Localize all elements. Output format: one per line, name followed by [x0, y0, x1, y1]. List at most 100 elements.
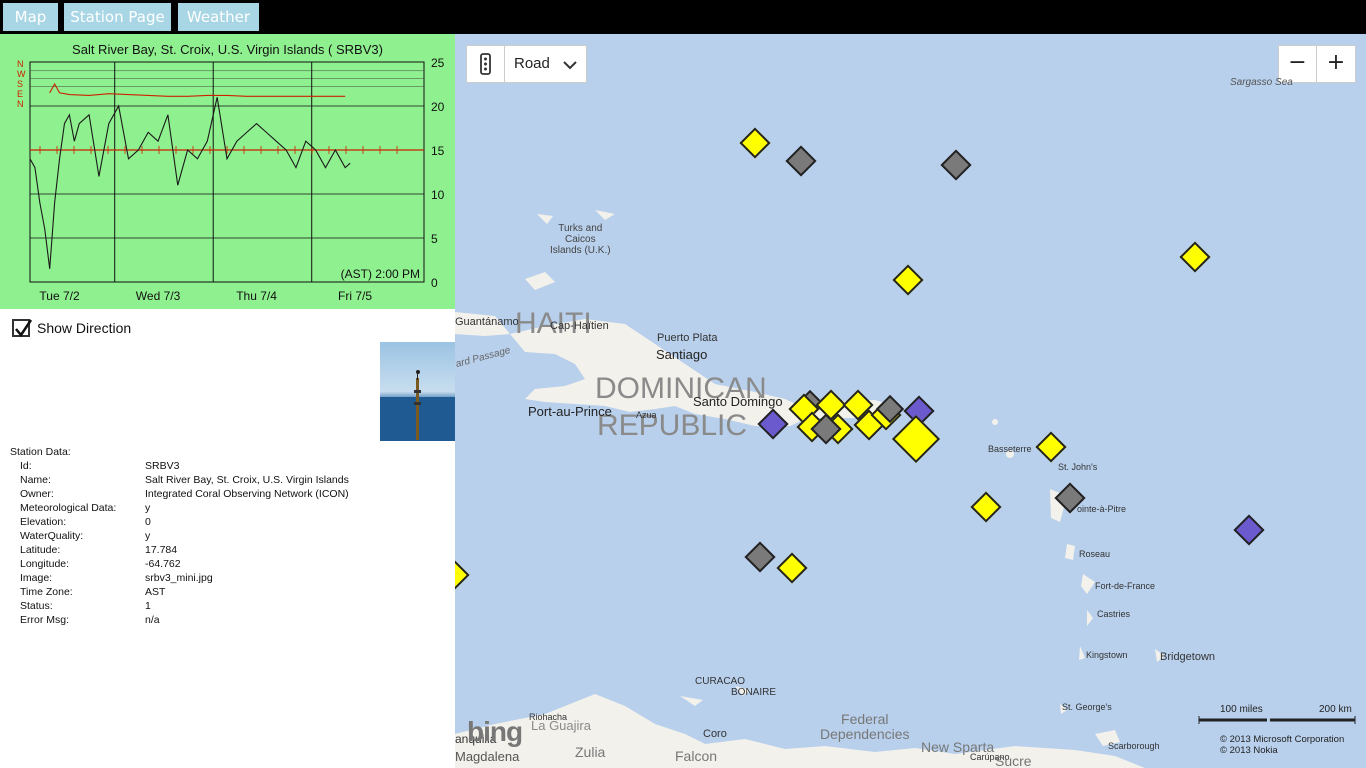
station-data-value: 17.784 [145, 544, 178, 556]
station-data-value: Salt River Bay, St. Croix, U.S. Virgin I… [145, 474, 349, 486]
label-bridgetown: Bridgetown [1160, 651, 1216, 663]
station-data-row: Status: 1 [10, 599, 151, 613]
weather-nav-button[interactable]: Weather [178, 3, 259, 31]
label-port-au-prince: Port-au-Prince [528, 404, 612, 419]
station-data-key: Name: [20, 474, 51, 486]
x-tick-label: Thu 7/4 [236, 289, 277, 303]
station-data-value: SRBV3 [145, 460, 180, 472]
label-sucre: Sucre [995, 753, 1032, 768]
station-photo [380, 342, 455, 441]
station-data-value: -64.762 [145, 558, 181, 570]
direction-label: N [17, 59, 24, 69]
scale-miles: 100 miles [1220, 704, 1263, 715]
label-federal-dependencies: Federal Dependencies [820, 711, 910, 742]
station-data-value: 0 [145, 516, 151, 528]
station-data-value: y [145, 530, 151, 542]
map-nav-button[interactable]: Map [3, 3, 58, 31]
station-data-value: Integrated Coral Observing Network (ICON… [145, 488, 349, 500]
series-line [29, 97, 351, 269]
station-data-row: Meteorological Data: y [10, 501, 150, 515]
station-data-row: Name: Salt River Bay, St. Croix, U.S. Vir… [10, 473, 349, 487]
label-falcon: Falcon [675, 748, 718, 764]
station-data-key: Meteorological Data: [20, 502, 117, 514]
chevron-down-icon [563, 61, 577, 70]
buoy-image [380, 370, 455, 441]
label-curacao: CURACAO [695, 676, 746, 687]
label-roseau: Roseau [1079, 549, 1111, 559]
series-line [49, 82, 346, 97]
station-data-key: Owner: [20, 488, 54, 500]
direction-label: E [17, 89, 23, 99]
show-direction-label: Show Direction [37, 320, 132, 336]
label-santiago: Santiago [656, 347, 708, 362]
station-data-row: Owner: Integrated Coral Observing Network… [10, 487, 349, 501]
label-basseterre: Basseterre [988, 444, 1032, 454]
map-style-select[interactable]: Road [504, 45, 587, 83]
station-data-row: Longitude: -64.762 [10, 557, 181, 571]
station-data-key: Longitude: [20, 558, 70, 570]
label-kingstown: Kingstown [1086, 650, 1128, 660]
station-data-row: Id: SRBV3 [10, 459, 179, 473]
label-magdalena: Magdalena [455, 749, 520, 764]
station-data-key: Status: [20, 600, 53, 612]
scale-km: 200 km [1319, 704, 1352, 715]
more-options-icon [480, 53, 491, 75]
map-land [455, 210, 1165, 768]
station-data-row: Image: srbv3_mini.jpg [10, 571, 213, 585]
x-tick-label: Tue 7/2 [39, 289, 80, 303]
copyright-nokia: © 2013 Nokia [1220, 745, 1278, 756]
x-tick-label: Wed 7/3 [136, 289, 181, 303]
map-style-value: Road [514, 55, 550, 72]
label-la-guajira: La Guajira [531, 718, 591, 733]
label-scarborough: Scarborough [1108, 741, 1160, 751]
label-fort-de-france: Fort-de-France [1095, 581, 1156, 591]
direction-label: W [17, 69, 26, 79]
station-data-value: n/a [145, 614, 160, 626]
label-st-georges: St. George's [1062, 702, 1112, 712]
station-data-header: Station Data: [10, 446, 71, 458]
label-turks: Turks and Caicos Islands (U.K.) [550, 223, 611, 256]
label-zulia: Zulia [575, 744, 606, 760]
station-data-row: Error Msg: n/a [10, 613, 160, 627]
label-guantanamo: Guantánamo [455, 316, 519, 328]
station-data-key: Elevation: [20, 516, 67, 528]
station-data-key: Id: [20, 460, 32, 472]
bing-logo: bing [467, 716, 523, 747]
station-data-value: y [145, 502, 151, 514]
chart-timestamp: (AST) 2:00 PM [341, 267, 420, 281]
label-bonaire: BONAIRE [731, 687, 777, 698]
direction-label: N [17, 99, 24, 109]
y-tick-label: 0 [431, 276, 438, 290]
station-data-row: Elevation: 0 [10, 515, 151, 529]
station-page-nav-button[interactable]: Station Page [64, 3, 171, 31]
label-azua: Azua [636, 410, 657, 420]
station-data: Station Data: Id: SRBV3 Name: Salt River Ba… [10, 445, 349, 627]
station-data-key: Latitude: [20, 544, 61, 556]
label-sargasso: Sargasso Sea [1230, 77, 1293, 88]
station-data-row: Latitude: 17.784 [10, 543, 177, 557]
y-tick-label: 10 [431, 188, 445, 202]
label-puerto-plata: Puerto Plata [657, 332, 718, 344]
map-view[interactable]: Road − + Sargasso Sea Turks and Caicos I… [455, 34, 1366, 768]
y-tick-label: 20 [431, 100, 445, 114]
scale-bar [1198, 716, 1356, 724]
station-data-key: Image: [20, 572, 53, 584]
y-tick-label: 15 [431, 144, 445, 158]
show-direction-row[interactable]: Show Direction [12, 317, 131, 339]
y-tick-label: 25 [431, 56, 445, 70]
station-chart: Salt River Bay, St. Croix, U.S. Virgin I… [0, 34, 455, 309]
label-castries: Castries [1097, 609, 1131, 619]
station-data-key: Time Zone: [20, 586, 73, 598]
label-coro: Coro [703, 728, 727, 740]
station-data-key: WaterQuality: [20, 530, 84, 542]
show-direction-checkbox[interactable] [12, 319, 33, 338]
checkmark-icon [15, 319, 33, 338]
y-tick-label: 5 [431, 232, 438, 246]
map-options-button[interactable] [466, 45, 505, 83]
zoom-in-button[interactable]: + [1316, 45, 1356, 83]
station-panel: Salt River Bay, St. Croix, U.S. Virgin I… [0, 34, 455, 768]
app-toolbar: Map Station Page Weather [0, 0, 1366, 34]
label-pointe-a-pitre: ointe-à-Pitre [1077, 504, 1127, 514]
chart-svg: 2520151050Tue 7/2 Wed 7/3 Thu 7/4 Fri 7/5NW… [17, 56, 445, 303]
station-data-value: srbv3_mini.jpg [145, 572, 213, 584]
